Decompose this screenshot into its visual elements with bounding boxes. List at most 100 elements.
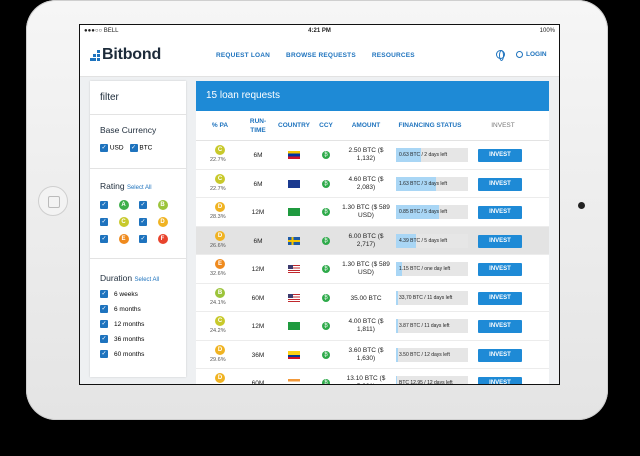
country-flag-icon bbox=[288, 293, 300, 302]
bitcoin-icon: ₿ bbox=[322, 379, 330, 384]
grade-badge: C bbox=[215, 316, 225, 326]
invest-button[interactable]: INVEST bbox=[478, 149, 522, 162]
interest-rate: 28.3% bbox=[210, 214, 226, 220]
duration-option[interactable]: ✓ 36 months bbox=[100, 335, 176, 343]
runtime: 12M bbox=[251, 266, 265, 273]
camera bbox=[578, 202, 585, 209]
bitcoin-icon: ₿ bbox=[322, 179, 330, 188]
rating-b-checkbox[interactable]: ✓ bbox=[139, 201, 147, 209]
financing-progress: 0.63 BTC / 2 days left bbox=[396, 148, 468, 162]
nav-request-loan[interactable]: REQUEST LOAN bbox=[216, 52, 270, 59]
country-flag-icon bbox=[288, 265, 300, 273]
runtime: 60M bbox=[251, 294, 265, 302]
rating-e-checkbox[interactable]: ✓ bbox=[100, 235, 108, 243]
runtime: 36M bbox=[251, 351, 265, 359]
table-row[interactable]: D 28.1% 60M ₿ 13.10 BTC ($ 5,931) BTC 12… bbox=[196, 369, 549, 384]
progress-fill bbox=[396, 376, 398, 384]
grade-badge: D bbox=[215, 373, 225, 383]
loan-table: 15 loan requests % PA RUN- TIME COUNTRY … bbox=[196, 81, 549, 384]
results-header: 15 loan requests bbox=[196, 81, 549, 111]
login-button[interactable]: LOGIN bbox=[516, 51, 547, 58]
amount: 13.10 BTC ($ 5,931) bbox=[346, 375, 386, 384]
rating-f-checkbox[interactable]: ✓ bbox=[139, 235, 147, 243]
interest-rate: 32.6% bbox=[210, 271, 226, 277]
invest-button[interactable]: INVEST bbox=[478, 177, 522, 191]
home-button[interactable] bbox=[38, 186, 68, 216]
invest-button[interactable]: INVEST bbox=[478, 377, 522, 384]
rating-select-all[interactable]: Select All bbox=[127, 185, 152, 191]
col-ccy[interactable]: CCY bbox=[316, 122, 336, 129]
amount: 6.00 BTC ($ 2,717) bbox=[348, 232, 384, 248]
col-runtime[interactable]: RUN- TIME bbox=[246, 117, 270, 135]
grade-a-badge: A bbox=[118, 200, 129, 210]
brand-name: Bitbond bbox=[102, 46, 162, 63]
clock: 4:21 PM bbox=[308, 28, 331, 34]
check-icon: ✓ bbox=[100, 305, 108, 313]
globe-icon[interactable] bbox=[496, 50, 505, 61]
interest-rate: 22.7% bbox=[210, 185, 226, 192]
runtime: 12M bbox=[251, 323, 265, 330]
country-flag-icon bbox=[288, 208, 300, 216]
financing-progress: 33,70 BTC / 11 days left bbox=[396, 290, 468, 305]
col-country[interactable]: COUNTRY bbox=[276, 122, 312, 129]
bitcoin-icon: ₿ bbox=[322, 293, 330, 302]
grade-badge: D bbox=[215, 344, 225, 355]
interest-rate: 29.6% bbox=[210, 356, 226, 363]
bitcoin-icon: ₿ bbox=[322, 236, 330, 245]
financing-status: 0.85 BTC / 5 days left bbox=[399, 209, 448, 215]
country-flag-icon bbox=[288, 151, 300, 159]
invest-button[interactable]: INVEST bbox=[478, 291, 522, 305]
duration-label: 36 months bbox=[114, 335, 145, 343]
top-nav: Bitbond REQUEST LOAN BROWSE REQUESTS RES… bbox=[80, 37, 559, 77]
duration-label: 60 months bbox=[114, 350, 145, 358]
logo[interactable]: Bitbond bbox=[90, 46, 161, 64]
amount: 2.50 BTC ($ 1,132) bbox=[348, 147, 384, 162]
invest-button[interactable]: INVEST bbox=[478, 206, 522, 219]
table-row[interactable]: C 24.2% 12M ₿ 4.00 BTC ($ 1,811) 3.87 BT… bbox=[196, 312, 549, 341]
btc-checkbox[interactable]: ✓ BTC bbox=[129, 144, 153, 152]
col-pa[interactable]: % PA bbox=[210, 122, 230, 129]
col-amount[interactable]: AMOUNT bbox=[344, 122, 388, 129]
duration-option[interactable]: ✓ 6 months bbox=[100, 305, 176, 313]
table-row[interactable]: E 32.6% 12M ₿ 1.30 BTC ($ 589 USD) 1.15 … bbox=[196, 255, 549, 284]
table-row[interactable]: D 28.3% 12M ₿ 1.30 BTC ($ 589 USD) 0.85 … bbox=[196, 198, 549, 227]
financing-progress: 3.50 BTC / 12 days left bbox=[396, 347, 468, 362]
financing-status: 3.50 BTC / 12 days left bbox=[399, 351, 450, 358]
table-header: % PA RUN- TIME COUNTRY CCY AMOUNT FINANC… bbox=[196, 111, 549, 141]
duration-select-all[interactable]: Select All bbox=[135, 277, 160, 283]
invest-button[interactable]: INVEST bbox=[478, 234, 522, 248]
runtime: 12M bbox=[251, 209, 265, 216]
grade-badge: D bbox=[215, 230, 225, 241]
rating-a-checkbox[interactable]: ✓ bbox=[100, 201, 108, 209]
nav-links: REQUEST LOAN BROWSE REQUESTS RESOURCES bbox=[216, 52, 415, 59]
rating-c-checkbox[interactable]: ✓ bbox=[100, 218, 108, 226]
duration-option[interactable]: ✓ 12 months bbox=[100, 320, 176, 328]
usd-checkbox[interactable]: ✓ USD bbox=[100, 144, 124, 152]
runtime: 6M bbox=[253, 237, 263, 245]
progress-fill bbox=[396, 290, 399, 305]
rating-d-checkbox[interactable]: ✓ bbox=[139, 218, 147, 226]
nav-resources[interactable]: RESOURCES bbox=[372, 52, 415, 59]
nav-browse-requests[interactable]: BROWSE REQUESTS bbox=[286, 52, 356, 59]
duration-option[interactable]: ✓ 6 weeks bbox=[100, 290, 176, 298]
grade-e-badge: E bbox=[118, 234, 129, 244]
grade-d-badge: D bbox=[157, 217, 168, 227]
duration-list: ✓ 6 weeks ✓ 6 months ✓ 12 months ✓ 36 months ✓ 60… bbox=[100, 290, 176, 358]
duration-label: 12 months bbox=[114, 320, 145, 328]
invest-button[interactable]: INVEST bbox=[478, 320, 522, 333]
table-row[interactable]: D 26.6% 6M ₿ 6.00 BTC ($ 2,717) 4.39 BTC… bbox=[196, 226, 549, 255]
table-row[interactable]: C 22.7% 6M ₿ 4.60 BTC ($ 2,083) 1.63 BTC… bbox=[196, 170, 549, 198]
duration-option[interactable]: ✓ 60 months bbox=[100, 350, 176, 358]
table-row[interactable]: B 24.1% 60M ₿ 35.00 BTC 33,70 BTC / 11 d… bbox=[196, 284, 549, 312]
interest-rate: 26.6% bbox=[210, 242, 226, 249]
country-flag-icon bbox=[288, 350, 300, 359]
invest-button[interactable]: INVEST bbox=[478, 348, 522, 362]
table-row[interactable]: D 29.6% 36M ₿ 3.60 BTC ($ 1,630) 3.50 BT… bbox=[196, 341, 549, 369]
invest-button[interactable]: INVEST bbox=[478, 263, 522, 276]
filter-title: filter bbox=[100, 92, 119, 103]
financing-status: 4.39 BTC / 5 days left bbox=[399, 237, 448, 244]
bitcoin-icon: ₿ bbox=[322, 208, 330, 216]
table-row[interactable]: C 22.7% 6M ₿ 2.50 BTC ($ 1,132) 0.63 BTC… bbox=[196, 141, 549, 170]
btc-label: BTC bbox=[139, 144, 153, 152]
col-financing-status[interactable]: FINANCING STATUS bbox=[394, 122, 466, 129]
